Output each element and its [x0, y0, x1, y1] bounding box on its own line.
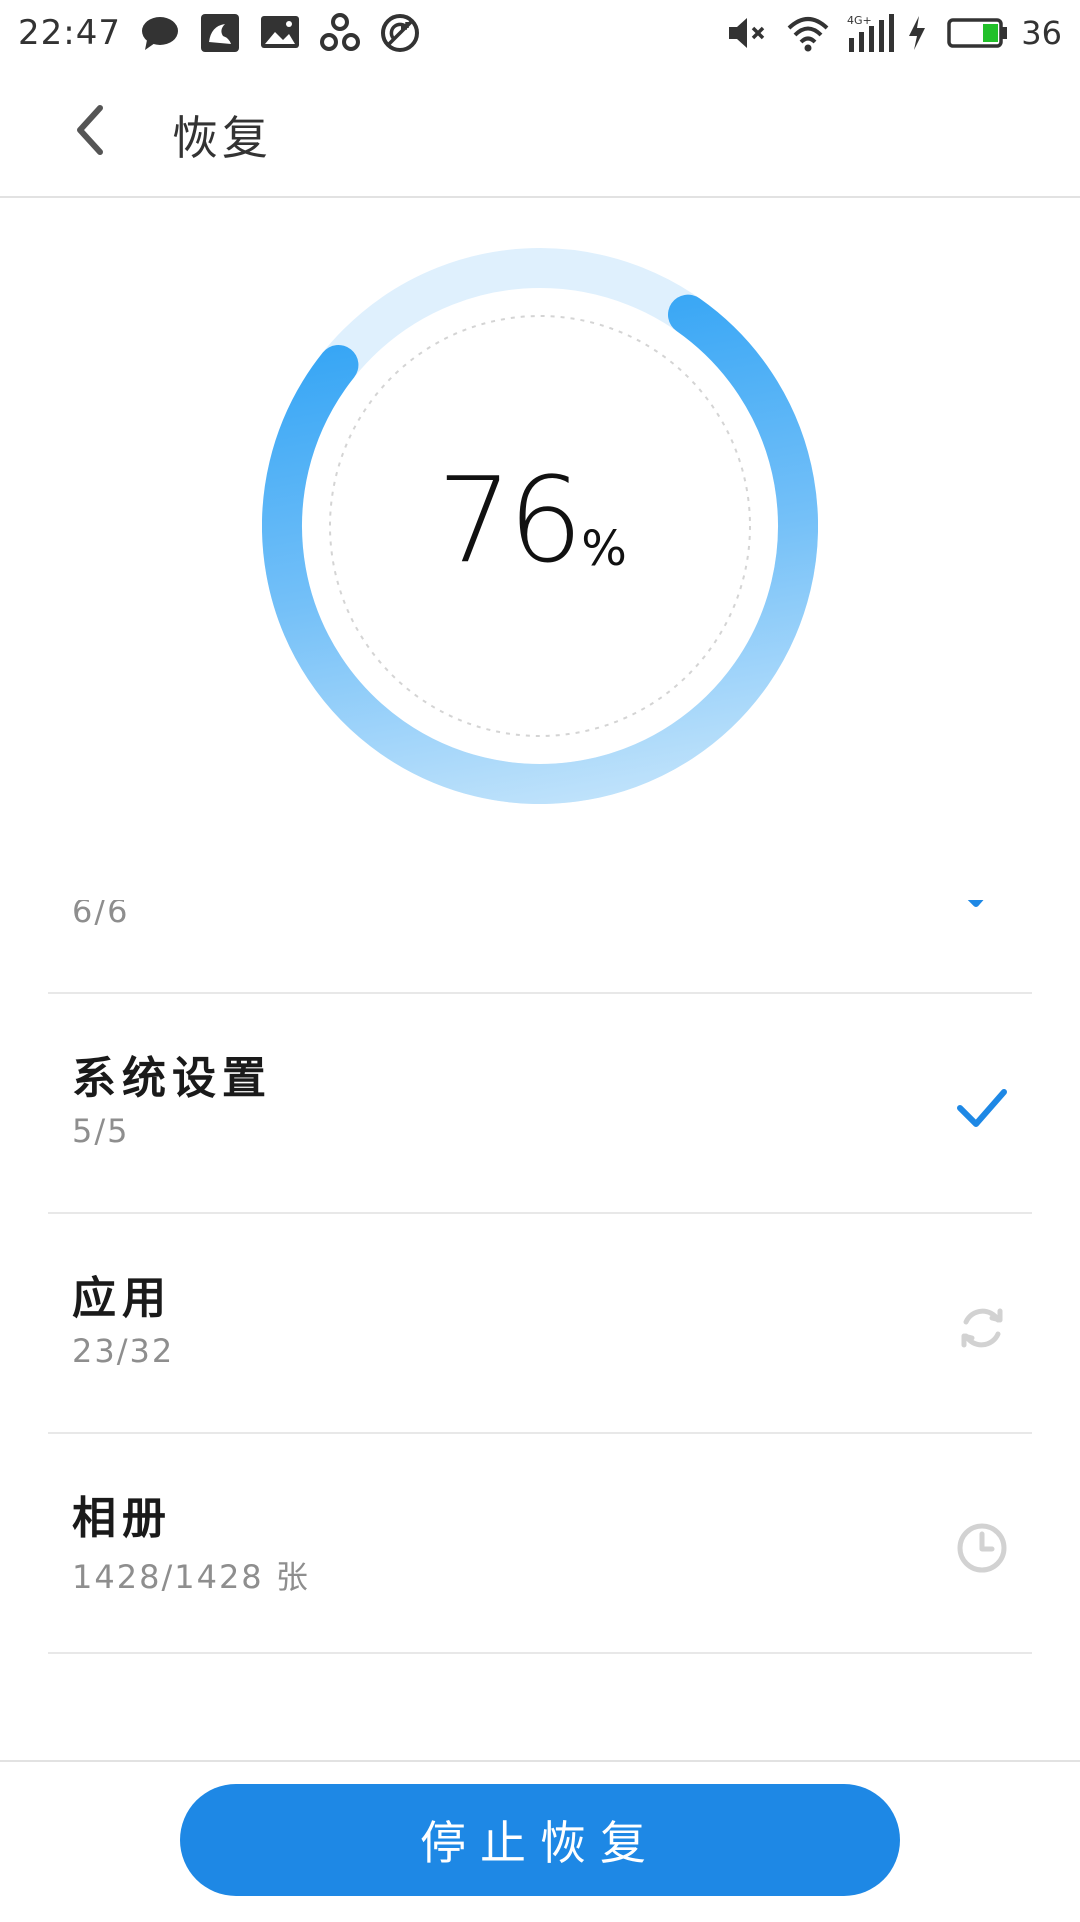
- restore-list: 日历 6/6 系统设置 5/5 应用 23/32 相册: [48, 900, 1032, 1760]
- item-status: [952, 1078, 1012, 1138]
- status-bar-right: 4G+ 36: [725, 12, 1062, 54]
- chat-bubble-icon: [139, 12, 181, 54]
- charging-icon: [905, 12, 929, 54]
- chevron-left-icon: [77, 105, 103, 155]
- list-item-album: 相册 1428/1428 张: [48, 1434, 1032, 1654]
- signal-4g-icon: 4G+: [845, 12, 895, 54]
- progress-value: 76: [437, 451, 583, 589]
- share-clover-icon: [319, 12, 361, 54]
- item-title: 应用: [72, 1273, 172, 1324]
- back-button[interactable]: [50, 90, 130, 170]
- item-status: [952, 900, 1012, 918]
- list-item-calendar: 日历 6/6: [48, 900, 1032, 994]
- item-count: 6/6: [72, 900, 130, 930]
- clock-icon: [957, 1523, 1007, 1573]
- progress-unit: %: [581, 521, 627, 577]
- item-status: [952, 1518, 1012, 1578]
- item-count: 23/32: [72, 1332, 175, 1370]
- sync-blocked-icon: [379, 12, 421, 54]
- checkmark-icon: [957, 1089, 1007, 1127]
- photo-message-icon: [259, 12, 301, 54]
- uc-browser-icon: [199, 12, 241, 54]
- page-title: 恢复: [172, 111, 272, 165]
- progress-percent: 76 %: [262, 248, 818, 804]
- status-bar-left: 22:47: [18, 12, 421, 54]
- item-count: 1428/1428 张: [72, 1558, 310, 1596]
- stop-restore-button[interactable]: 停止恢复: [180, 1784, 900, 1896]
- refresh-icon: [961, 1308, 1003, 1348]
- wifi-icon: [785, 12, 829, 54]
- bottom-action-bar: 停止恢复: [0, 1760, 1080, 1922]
- mute-icon: [725, 12, 767, 54]
- item-status: [952, 1298, 1012, 1358]
- list-item-apps: 应用 23/32: [48, 1214, 1032, 1434]
- item-title: 系统设置: [72, 1053, 272, 1104]
- item-count: 5/5: [72, 1112, 130, 1150]
- svg-text:4G+: 4G+: [847, 14, 872, 27]
- app-header: 恢复: [0, 66, 1080, 198]
- status-time: 22:47: [18, 13, 121, 53]
- item-title: 相册: [72, 1493, 172, 1544]
- list-item-system-settings: 系统设置 5/5: [48, 994, 1032, 1214]
- battery-icon: [947, 12, 1009, 54]
- status-bar: 22:47 4G+ 36: [0, 0, 1080, 66]
- battery-level: 36: [1021, 14, 1062, 52]
- progress-ring: 76 %: [262, 248, 818, 804]
- checkmark-icon: [967, 900, 984, 907]
